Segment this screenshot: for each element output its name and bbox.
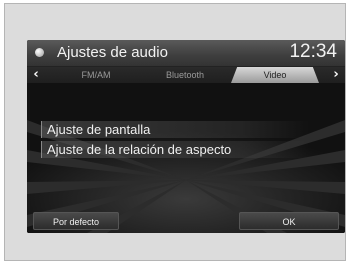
default-button[interactable]: Por defecto [33,212,119,230]
tab-fm-am[interactable]: FM/AM [55,67,137,83]
audio-dot-icon [35,48,44,57]
screen-title: Ajustes de audio [57,44,168,61]
clock: 12:34 [289,41,337,62]
figure-frame: Ajustes de audio 12:34 ‹ FM/AM Bluetooth… [4,3,346,261]
chevron-left-icon[interactable]: ‹ [29,67,43,83]
display-screen: Ajustes de audio 12:34 ‹ FM/AM Bluetooth… [27,40,345,233]
ok-button[interactable]: OK [239,212,339,230]
menu-item-screen-settings[interactable]: Ajuste de pantalla [41,121,309,138]
header-bar: Ajustes de audio 12:34 [27,40,345,67]
tab-bar: ‹ FM/AM Bluetooth Video › [27,67,345,83]
menu-item-aspect-ratio[interactable]: Ajuste de la relación de aspecto [41,141,309,158]
tab-video[interactable]: Video [231,67,319,83]
chevron-right-icon[interactable]: › [329,67,343,83]
tab-bluetooth[interactable]: Bluetooth [139,67,231,83]
